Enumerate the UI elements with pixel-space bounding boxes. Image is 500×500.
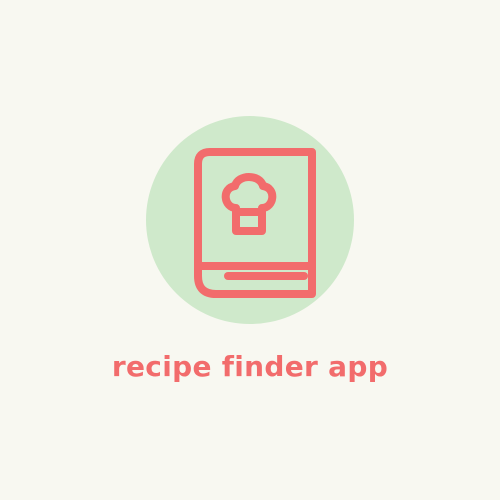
cookbook-chef-hat-icon <box>194 148 316 298</box>
app-logo <box>146 116 354 324</box>
chef-hat-shape <box>221 173 277 235</box>
app-name: recipe finder app <box>111 350 389 383</box>
